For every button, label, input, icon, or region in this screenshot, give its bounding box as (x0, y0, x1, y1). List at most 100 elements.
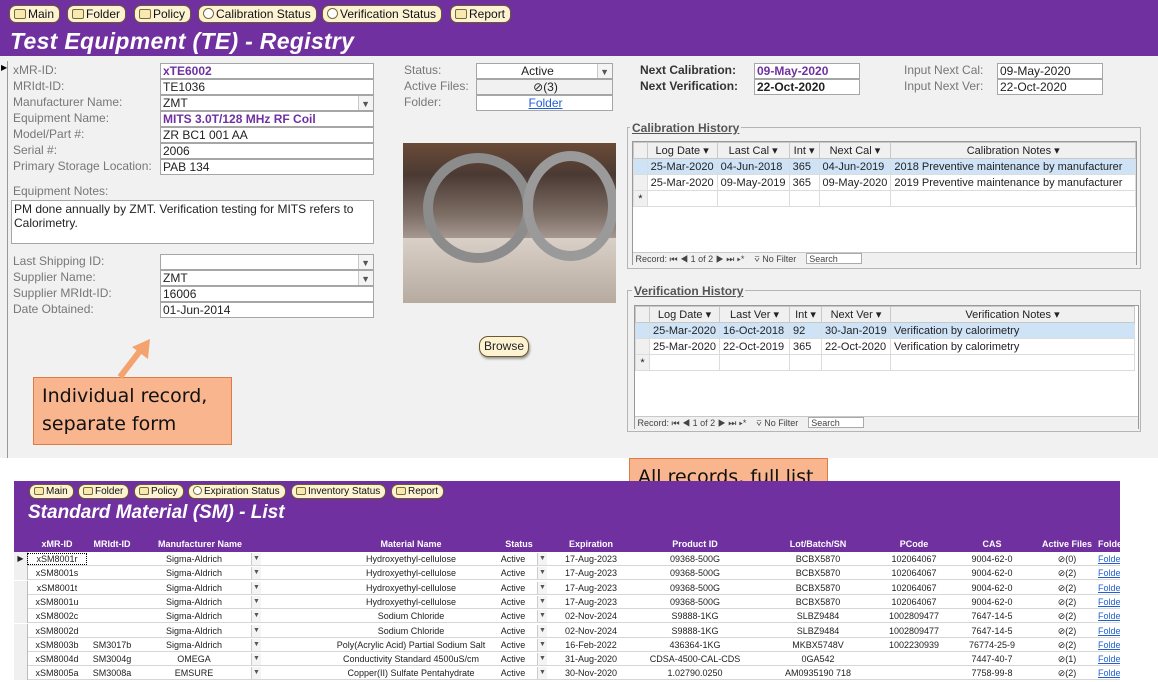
cell[interactable]: 09-May-2019 (716, 174, 790, 191)
cell-xmr-id[interactable]: xSM8001t (28, 583, 86, 593)
no-filter-button[interactable]: No Filter (764, 418, 798, 428)
record-selector[interactable]: ▶ (0, 61, 8, 458)
cell-xmr-id[interactable]: xSM8001u (28, 597, 86, 607)
manufacturer-combo[interactable]: ZMT ▼ (160, 95, 374, 111)
select-all-cell[interactable] (633, 142, 648, 159)
cell-cas[interactable]: 7447-40-7 (948, 654, 1036, 664)
cell-product-id[interactable]: 436364-1KG (634, 640, 756, 650)
table-row[interactable]: 25-Mar-2020 09-May-2019 365 09-May-2020 2019… (633, 174, 1136, 191)
cell-cas[interactable]: 76774-25-9 (948, 640, 1036, 650)
row-selector[interactable] (14, 623, 28, 638)
cell-manufacturer[interactable]: Sigma-Aldrich (138, 626, 250, 636)
row-selector[interactable] (14, 637, 28, 652)
cell[interactable]: 2018 Preventive maintenance by manufactu… (890, 158, 1136, 175)
col-mrldt-id[interactable]: MRIdt-ID (88, 539, 136, 549)
chevron-down-icon[interactable]: ▼ (537, 595, 547, 608)
cell[interactable]: Verification by calorimetry (890, 338, 1135, 355)
cell-xmr-id[interactable]: xSM8005a (28, 668, 86, 678)
cell[interactable]: 25-Mar-2020 (646, 174, 718, 191)
cell-expiration[interactable]: 02-Nov-2024 (548, 626, 634, 636)
cell-product-id[interactable]: 09368-500G (634, 583, 756, 593)
cell-mrldt-id[interactable]: SM3017b (88, 640, 136, 650)
cell-product-id[interactable]: S9888-1KG (634, 626, 756, 636)
cell-xmr-id[interactable]: xSM8002c (28, 611, 86, 621)
table-row[interactable]: xSM8001u Sigma-Aldrich ▼ Hydroxyethyl-cellu… (14, 594, 1120, 609)
cell[interactable]: 25-Mar-2020 (649, 322, 720, 339)
chevron-down-icon[interactable]: ▼ (251, 610, 261, 623)
table-row[interactable]: xSM8003b SM3017b Sigma-Aldrich ▼ Poly(Acryli… (14, 637, 1120, 652)
cell-status[interactable]: Active (490, 640, 536, 650)
cell-manufacturer[interactable]: Sigma-Aldrich (138, 611, 250, 621)
chevron-down-icon[interactable]: ▼ (600, 65, 609, 78)
cell-manufacturer[interactable]: Sigma-Aldrich (138, 554, 250, 564)
cell-status[interactable]: Active (490, 583, 536, 593)
cell-lot[interactable]: SLBZ9484 (756, 611, 880, 621)
record-navigator[interactable]: Record: ⏮ ◀ 1 of 2 ▶ ⏭ ▸* ⊽ No Filter Se… (633, 252, 1136, 265)
cell-product-id[interactable]: 09368-500G (634, 568, 756, 578)
cell[interactable]: 365 (788, 174, 820, 191)
row-selector[interactable] (14, 580, 28, 595)
row-selector[interactable] (635, 322, 650, 339)
record-position[interactable]: 1 of 2 (693, 418, 716, 428)
cell[interactable]: 92 (789, 322, 822, 339)
table-row[interactable]: xSM8005a SM3008a EMSURE ▼ Copper(II) Sulfate… (14, 666, 1120, 681)
table-row[interactable]: xSM8001s Sigma-Aldrich ▼ Hydroxyethyl-cellu… (14, 566, 1120, 581)
record-position[interactable]: 1 of 2 (691, 254, 714, 264)
cell-expiration[interactable]: 17-Aug-2023 (548, 597, 634, 607)
cell-lot[interactable]: SLBZ9484 (756, 626, 880, 636)
row-selector[interactable] (635, 338, 650, 355)
cell-product-id[interactable]: 09368-500G (634, 597, 756, 607)
serial-field[interactable]: 2006 (160, 143, 374, 159)
table-row[interactable]: xSM8002c Sigma-Aldrich ▼ Sodium Chloride Act… (14, 609, 1120, 624)
chevron-down-icon[interactable]: ▼ (251, 624, 261, 637)
chevron-down-icon[interactable]: ▼ (251, 653, 261, 666)
cell-manufacturer[interactable]: OMEGA (138, 654, 250, 664)
cell-xmr-id[interactable]: xSM8001r (27, 553, 87, 565)
equipment-notes-field[interactable]: PM done annually by ZMT. Verification te… (11, 200, 374, 244)
new-record-row[interactable]: * (635, 354, 1135, 371)
model-field[interactable]: ZR BC1 001 AA (160, 127, 374, 143)
cell-active-files[interactable]: ⊘(2) (1036, 626, 1098, 637)
col-log-date[interactable]: Log Date ▾ (646, 142, 718, 159)
cell-status[interactable]: Active (490, 597, 536, 607)
cell-lot[interactable]: BCBX5870 (756, 568, 880, 578)
record-navigator[interactable]: Record: ⏮ ◀ 1 of 2 ▶ ⏭ ▸* ⊽ No Filter Se… (635, 416, 1138, 429)
cell[interactable]: 04-Jun-2018 (716, 158, 790, 175)
cell-xmr-id[interactable]: xSM8003b (28, 640, 86, 650)
col-next-ver[interactable]: Next Ver ▾ (821, 306, 891, 323)
cell-status[interactable]: Active (490, 668, 536, 678)
cell-status[interactable]: Active (490, 611, 536, 621)
cell-cas[interactable]: 9004-62-0 (948, 568, 1036, 578)
sm-nav-inventory-status-button[interactable]: Inventory Status (291, 484, 387, 499)
col-int[interactable]: Int ▾ (788, 142, 820, 159)
row-selector[interactable] (14, 652, 28, 667)
cell-expiration[interactable]: 17-Aug-2023 (548, 568, 634, 578)
cell-cas[interactable]: 7647-14-5 (948, 626, 1036, 636)
xmr-id-field[interactable]: xTE6002 (160, 63, 374, 79)
chevron-down-icon[interactable]: ▼ (361, 256, 370, 269)
chevron-down-icon[interactable]: ▼ (537, 638, 547, 651)
supplier-combo[interactable]: ZMT ▼ (160, 270, 374, 286)
next-cal-field[interactable]: 09-May-2020 (754, 63, 860, 79)
cell[interactable]: 22-Oct-2020 (821, 338, 891, 355)
cell-expiration[interactable]: 31-Aug-2020 (548, 654, 634, 664)
cell[interactable]: 365 (789, 338, 822, 355)
cell-pcode[interactable]: 102064067 (880, 554, 948, 564)
nav-main-button[interactable]: Main (9, 5, 61, 23)
table-row[interactable]: 25-Mar-2020 16-Oct-2018 92 30-Jan-2019 Verif… (635, 322, 1135, 339)
cell-folder[interactable]: Folder (1098, 597, 1120, 607)
col-manufacturer[interactable]: Manufacturer Name (138, 539, 262, 549)
supplier-id-field[interactable]: 16006 (160, 286, 374, 302)
cell-expiration[interactable]: 16-Feb-2022 (548, 640, 634, 650)
cell-cas[interactable]: 9004-62-0 (948, 597, 1036, 607)
browse-button[interactable]: Browse (479, 336, 529, 357)
cell-expiration[interactable]: 17-Aug-2023 (548, 554, 634, 564)
input-next-ver-field[interactable]: 22-Oct-2020 (997, 79, 1103, 95)
shipping-combo[interactable]: ▼ (160, 254, 374, 270)
cell-folder[interactable]: Folder (1098, 583, 1120, 593)
chevron-down-icon[interactable]: ▼ (251, 638, 261, 651)
cell[interactable]: 16-Oct-2018 (719, 322, 790, 339)
input-next-cal-field[interactable]: 09-May-2020 (997, 63, 1103, 79)
cell-manufacturer[interactable]: Sigma-Aldrich (138, 583, 250, 593)
col-product-id[interactable]: Product ID (634, 539, 756, 549)
